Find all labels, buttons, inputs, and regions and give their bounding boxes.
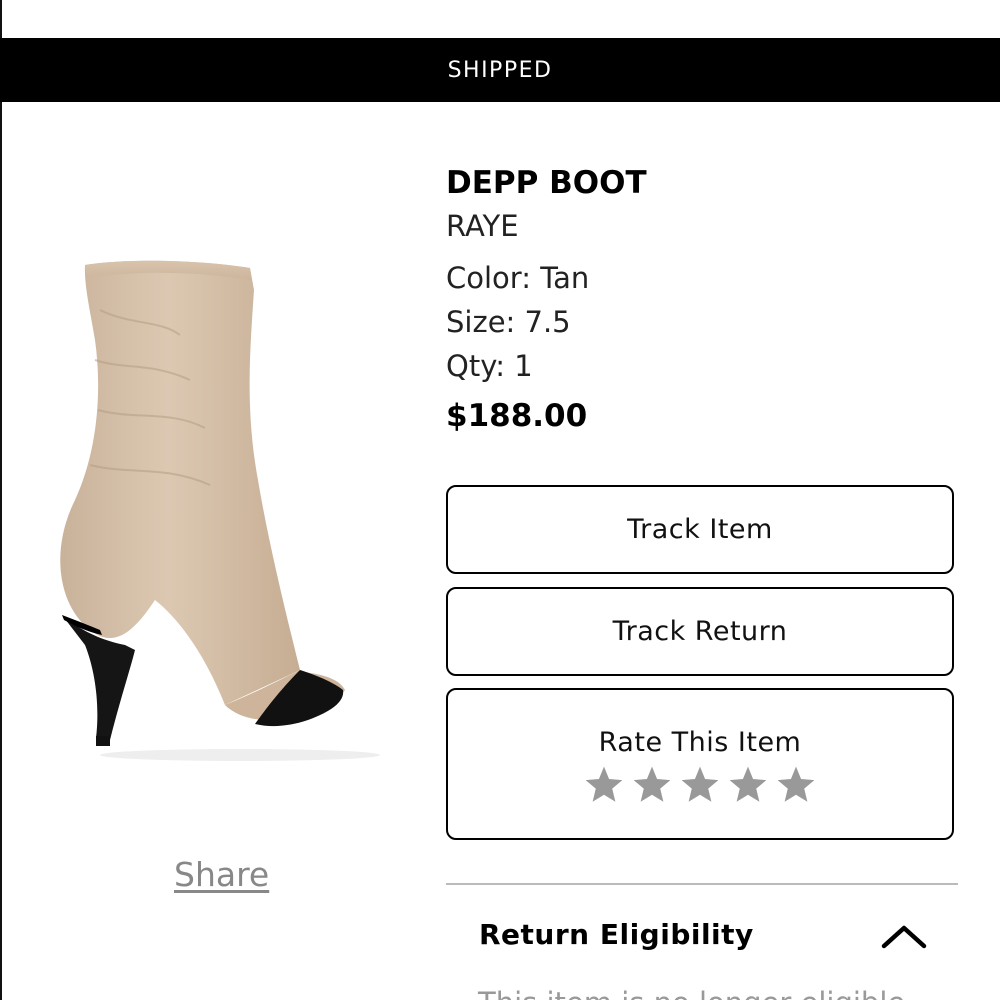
- star-rating[interactable]: [583, 764, 817, 806]
- product-quantity: Qty: 1: [446, 349, 533, 383]
- star-icon[interactable]: [727, 764, 769, 806]
- chevron-up-icon[interactable]: [880, 920, 928, 952]
- star-icon[interactable]: [775, 764, 817, 806]
- track-item-button[interactable]: Track Item: [446, 485, 954, 574]
- product-details: DEPP BOOT RAYE Color: Tan Size: 7.5 Qty:…: [446, 160, 958, 442]
- product-price: $188.00: [446, 398, 588, 434]
- status-label: SHIPPED: [447, 57, 553, 83]
- star-icon[interactable]: [631, 764, 673, 806]
- product-name[interactable]: DEPP BOOT: [446, 160, 958, 206]
- product-brand[interactable]: RAYE: [446, 206, 958, 246]
- section-divider: [446, 883, 958, 885]
- track-return-label: Track Return: [612, 616, 788, 647]
- track-item-label: Track Item: [627, 514, 773, 545]
- shipped-status-banner: SHIPPED: [0, 38, 1000, 102]
- return-eligibility-text: This item is no longer eligible: [478, 986, 905, 1000]
- star-icon[interactable]: [679, 764, 721, 806]
- order-item-page: SHIPPED Share DEPP BOOT RAYE Color: Tan: [0, 0, 1000, 1000]
- track-return-button[interactable]: Track Return: [446, 587, 954, 676]
- product-size: Size: 7.5: [446, 305, 571, 339]
- star-icon[interactable]: [583, 764, 625, 806]
- left-edge-border: [0, 0, 2, 1000]
- product-image[interactable]: [40, 250, 410, 770]
- rate-item-label: Rate This Item: [598, 726, 802, 758]
- return-eligibility-title: Return Eligibility: [479, 918, 754, 951]
- return-eligibility-toggle[interactable]: Return Eligibility: [446, 900, 958, 976]
- product-color: Color: Tan: [446, 261, 590, 295]
- share-link[interactable]: Share: [174, 855, 269, 894]
- rate-item-button[interactable]: Rate This Item: [446, 688, 954, 840]
